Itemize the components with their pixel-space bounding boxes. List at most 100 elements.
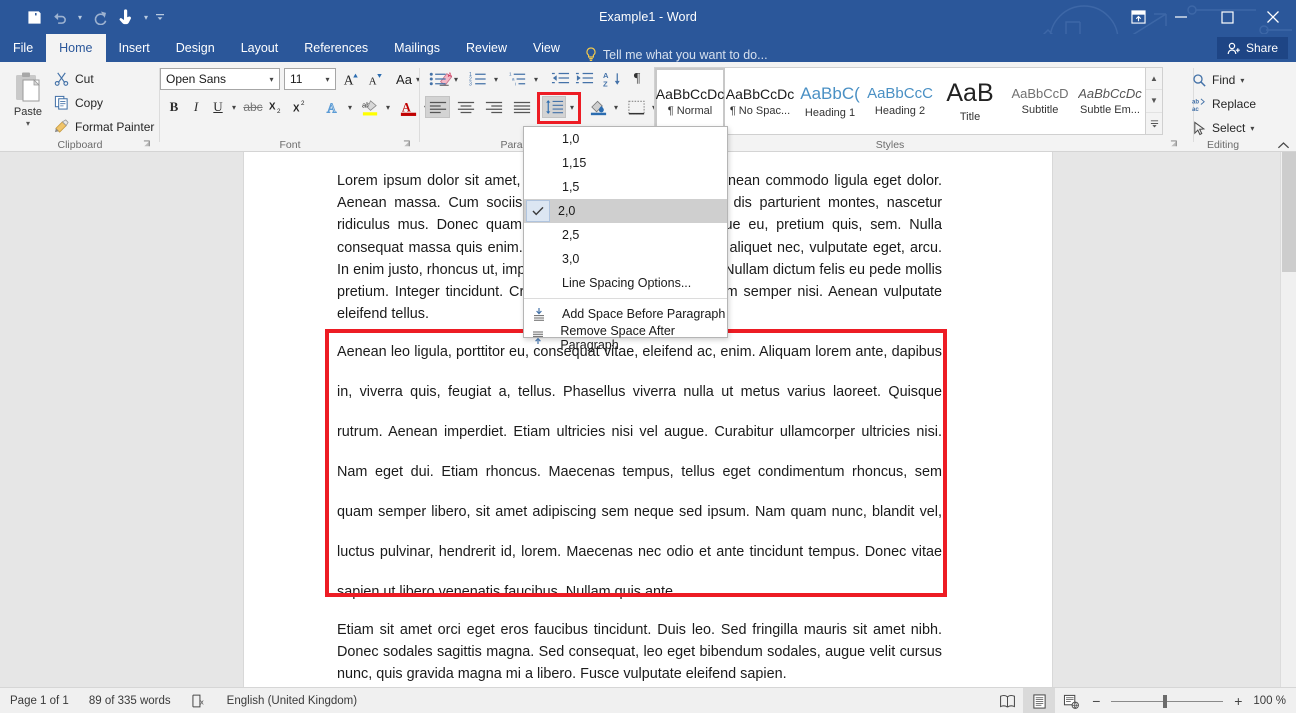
zoom-slider[interactable] xyxy=(1111,688,1223,713)
scrollbar-thumb[interactable] xyxy=(1282,152,1296,272)
select-button[interactable]: Select ▾ xyxy=(1192,117,1254,139)
decrease-font-size-button[interactable]: A xyxy=(364,68,386,90)
zoom-out-button[interactable]: − xyxy=(1087,693,1105,709)
font-size-combo[interactable]: 11 ▾ xyxy=(284,68,336,90)
share-button[interactable]: Share xyxy=(1217,37,1288,59)
justify-button[interactable] xyxy=(509,96,534,118)
superscript-button[interactable]: X2 xyxy=(290,96,312,118)
shading-button[interactable] xyxy=(586,96,610,118)
styles-scroll-down-button[interactable]: ▼ xyxy=(1146,90,1162,112)
print-layout-view-button[interactable] xyxy=(1023,688,1055,713)
text-effects-caret-icon[interactable]: ▾ xyxy=(344,96,356,118)
multilevel-caret-icon[interactable]: ▾ xyxy=(530,68,542,90)
show-formatting-marks-button[interactable]: ¶ xyxy=(626,68,648,90)
increase-font-size-button[interactable]: A xyxy=(340,68,362,90)
style-subtle-emphasis[interactable]: AaBbCcDc Subtle Em... xyxy=(1075,68,1145,134)
increase-indent-button[interactable] xyxy=(572,68,596,90)
minimize-button[interactable] xyxy=(1158,0,1204,34)
language-indicator[interactable]: English (United Kingdom) xyxy=(217,688,367,713)
underline-button[interactable]: U xyxy=(208,96,228,118)
vertical-scrollbar[interactable] xyxy=(1280,152,1296,687)
tell-me-box[interactable]: Tell me what you want to do... xyxy=(573,47,768,62)
decrease-indent-button[interactable] xyxy=(548,68,572,90)
style-heading-1[interactable]: AaBbC( Heading 1 xyxy=(795,68,865,134)
tab-review[interactable]: Review xyxy=(453,34,520,62)
tab-file[interactable]: File xyxy=(0,34,46,62)
close-button[interactable] xyxy=(1250,0,1296,34)
menu-item-add-space-before-paragraph[interactable]: Add Space Before Paragraph xyxy=(524,302,727,326)
strikethrough-button[interactable]: abc xyxy=(242,96,264,118)
styles-scroll-up-button[interactable]: ▲ xyxy=(1146,68,1162,90)
align-right-button[interactable] xyxy=(481,96,506,118)
bold-button[interactable]: B xyxy=(164,96,184,118)
align-center-button[interactable] xyxy=(453,96,478,118)
tab-mailings[interactable]: Mailings xyxy=(381,34,453,62)
menu-item-spacing-1-0[interactable]: 1,0 xyxy=(524,127,727,151)
text-highlight-color-button[interactable]: ab xyxy=(358,96,382,118)
clipboard-dialog-launcher[interactable] xyxy=(143,140,152,149)
select-caret-icon[interactable]: ▾ xyxy=(1250,124,1254,133)
font-size-caret-icon[interactable]: ▾ xyxy=(320,69,335,89)
menu-item-remove-space-after-paragraph[interactable]: Remove Space After Paragraph xyxy=(524,326,727,350)
format-painter-button[interactable]: Format Painter xyxy=(52,116,154,137)
italic-button[interactable]: I xyxy=(186,96,206,118)
document-paragraph-3[interactable]: Etiam sit amet orci eget eros faucibus t… xyxy=(337,620,942,685)
find-caret-icon[interactable]: ▾ xyxy=(1240,76,1244,85)
styles-more-button[interactable] xyxy=(1146,113,1162,134)
word-count[interactable]: 89 of 335 words xyxy=(79,688,181,713)
bullets-caret-icon[interactable]: ▾ xyxy=(450,68,462,90)
multilevel-list-button[interactable]: 1ai xyxy=(506,68,530,90)
menu-item-line-spacing-options[interactable]: Line Spacing Options... xyxy=(524,271,727,295)
shading-caret-icon[interactable]: ▾ xyxy=(610,96,622,118)
menu-item-spacing-2-0[interactable]: 2,0 xyxy=(524,199,727,223)
tab-references[interactable]: References xyxy=(291,34,381,62)
line-spacing-caret-icon[interactable]: ▾ xyxy=(566,96,578,118)
numbering-caret-icon[interactable]: ▾ xyxy=(490,68,502,90)
paste-button[interactable]: Paste ▾ xyxy=(6,67,50,141)
zoom-in-button[interactable]: + xyxy=(1229,693,1247,709)
text-highlight-caret-icon[interactable]: ▾ xyxy=(382,96,394,118)
menu-item-spacing-1-15[interactable]: 1,15 xyxy=(524,151,727,175)
underline-caret-icon[interactable]: ▾ xyxy=(228,96,240,118)
collapse-ribbon-button[interactable] xyxy=(1277,141,1290,150)
tab-insert[interactable]: Insert xyxy=(106,34,163,62)
style-normal[interactable]: AaBbCcDc ¶ Normal xyxy=(655,68,725,134)
tab-layout[interactable]: Layout xyxy=(228,34,292,62)
style-heading-2[interactable]: AaBbCcC Heading 2 xyxy=(865,68,935,134)
zoom-slider-thumb[interactable] xyxy=(1163,695,1167,708)
copy-button[interactable]: Copy xyxy=(52,92,103,113)
find-button[interactable]: Find ▾ xyxy=(1192,69,1244,91)
font-name-combo[interactable]: Open Sans ▾ xyxy=(160,68,280,90)
web-layout-view-button[interactable] xyxy=(1055,688,1087,713)
style-title[interactable]: AaB Title xyxy=(935,68,1005,134)
document-paragraph-2[interactable]: Aenean leo ligula, porttitor eu, consequ… xyxy=(337,332,942,612)
sort-button[interactable]: AZ xyxy=(600,68,624,90)
menu-item-spacing-1-5[interactable]: 1,5 xyxy=(524,175,727,199)
font-name-caret-icon[interactable]: ▾ xyxy=(264,69,279,89)
paste-caret-icon[interactable]: ▾ xyxy=(26,119,30,128)
style-subtitle[interactable]: AaBbCcD Subtitle xyxy=(1005,68,1075,134)
page-indicator[interactable]: Page 1 of 1 xyxy=(0,688,79,713)
read-mode-view-button[interactable] xyxy=(991,688,1023,713)
menu-item-spacing-3-0[interactable]: 3,0 xyxy=(524,247,727,271)
tab-design[interactable]: Design xyxy=(163,34,228,62)
style-no-spacing[interactable]: AaBbCcDc ¶ No Spac... xyxy=(725,68,795,134)
font-dialog-launcher[interactable] xyxy=(403,140,412,149)
styles-dialog-launcher[interactable] xyxy=(1170,140,1179,149)
ribbon-display-options-icon[interactable] xyxy=(1118,0,1158,34)
text-effects-button[interactable]: A xyxy=(322,96,344,118)
align-left-button[interactable] xyxy=(425,96,450,118)
borders-button[interactable] xyxy=(624,96,648,118)
proofing-errors-icon[interactable]: x xyxy=(181,688,217,713)
tab-home[interactable]: Home xyxy=(46,34,105,62)
menu-item-spacing-2-5[interactable]: 2,5 xyxy=(524,223,727,247)
replace-button[interactable]: abac Replace xyxy=(1192,93,1256,115)
font-color-button[interactable]: A xyxy=(396,96,420,118)
zoom-level-label[interactable]: 100 % xyxy=(1247,695,1296,707)
subscript-button[interactable]: X2 xyxy=(266,96,288,118)
numbering-button[interactable]: 123 xyxy=(466,68,490,90)
bullets-button[interactable] xyxy=(426,68,450,90)
cut-button[interactable]: Cut xyxy=(52,68,94,89)
maximize-button[interactable] xyxy=(1204,0,1250,34)
tab-view[interactable]: View xyxy=(520,34,573,62)
